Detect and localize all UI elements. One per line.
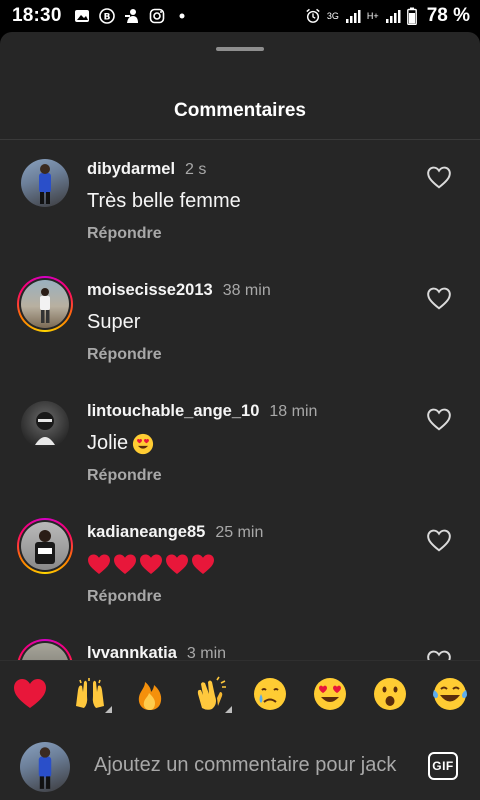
like-heart-icon[interactable] <box>426 165 452 189</box>
skin-tone-indicator <box>105 705 112 713</box>
red-heart-emoji[interactable] <box>0 661 60 727</box>
comment-input-bar: GIF <box>0 726 480 800</box>
heart-eyes-emoji[interactable] <box>300 661 360 727</box>
instagram-icon <box>149 8 165 24</box>
avatar-story-ring[interactable] <box>17 518 73 574</box>
avatar[interactable] <box>17 397 73 453</box>
comment-input[interactable] <box>94 746 408 784</box>
drag-handle[interactable] <box>216 47 264 51</box>
avatar-image <box>21 522 69 570</box>
avatar <box>20 742 70 792</box>
comment-timestamp: 3 min <box>186 645 227 660</box>
battery-icon <box>406 7 417 25</box>
red-heart-emoji <box>88 554 110 574</box>
alarm-icon <box>305 8 321 24</box>
emoji-quick-bar <box>0 660 480 726</box>
avatar[interactable] <box>17 155 73 211</box>
red-heart-emoji <box>140 554 162 574</box>
b-badge-icon: B <box>98 8 115 24</box>
red-heart-emoji <box>114 554 136 574</box>
clapping-hands-emoji[interactable] <box>180 661 240 727</box>
comment-item: lintouchable_ange_10 18 min Jolie Répond… <box>0 382 480 503</box>
avatar-story-ring[interactable] <box>17 276 73 332</box>
person-icon <box>124 8 140 24</box>
status-notification-icons: B <box>74 8 190 24</box>
dot-icon <box>174 8 190 24</box>
comment-timestamp: 2 s <box>185 161 207 178</box>
comments-list[interactable]: dibydarmel 2 s Très belle femme Répondre… <box>0 140 480 660</box>
status-system-icons: 3G H+ 78 % <box>305 5 470 27</box>
fire-emoji[interactable] <box>120 661 180 727</box>
avatar-image <box>21 280 69 328</box>
status-time: 18:30 <box>12 5 62 26</box>
status-bar: 18:30 B 3G H+ 78 % <box>0 0 480 32</box>
comment-text: Super <box>87 311 141 333</box>
comment-username[interactable]: dibydarmel <box>87 160 175 179</box>
comment-username[interactable]: lvvannkatia <box>87 644 177 660</box>
avatar-image <box>21 401 69 449</box>
reply-button[interactable]: Répondre <box>87 225 162 243</box>
signal-icon <box>345 8 361 24</box>
reply-button[interactable]: Répondre <box>87 588 162 606</box>
comment-text <box>87 553 215 575</box>
svg-text:B: B <box>103 13 110 23</box>
comment-timestamp: 18 min <box>269 403 318 420</box>
like-heart-icon[interactable] <box>426 286 452 310</box>
comment-item: lvvannkatia 3 min <box>0 624 480 660</box>
like-heart-icon[interactable] <box>426 649 452 660</box>
comment-username[interactable]: moisecisse2013 <box>87 281 213 300</box>
like-heart-icon[interactable] <box>426 528 452 552</box>
surprised-face-emoji[interactable] <box>360 661 420 727</box>
comment-item: moisecisse2013 38 min Super Répondre <box>0 261 480 382</box>
network-h-label: H+ <box>366 11 379 21</box>
image-icon <box>74 8 90 24</box>
comments-sheet: Commentaires dibydarmel 2 s Très belle f… <box>0 32 480 800</box>
comment-timestamp: 38 min <box>222 282 271 299</box>
avatar-story-ring[interactable] <box>17 639 73 660</box>
skin-tone-indicator <box>225 705 232 713</box>
avatar-image <box>21 643 69 660</box>
red-heart-emoji <box>192 554 214 574</box>
battery-percent: 78 % <box>426 5 470 26</box>
comment-item: dibydarmel 2 s Très belle femme Répondre <box>0 140 480 261</box>
crying-face-emoji[interactable] <box>240 661 300 727</box>
comment-item: kadianeange85 25 min Répondre <box>0 503 480 624</box>
gif-button[interactable]: GIF <box>428 752 458 780</box>
comment-text: Jolie <box>87 432 154 455</box>
comment-timestamp: 25 min <box>215 524 264 541</box>
comment-username[interactable]: lintouchable_ange_10 <box>87 402 259 421</box>
reply-button[interactable]: Répondre <box>87 346 162 364</box>
heart-eyes-emoji <box>133 433 154 454</box>
like-heart-icon[interactable] <box>426 407 452 431</box>
sheet-title: Commentaires <box>174 100 306 121</box>
comment-username[interactable]: kadianeange85 <box>87 523 205 542</box>
network-3g-label: 3G <box>326 11 339 21</box>
raising-hands-emoji[interactable] <box>60 661 120 727</box>
tears-of-joy-emoji[interactable] <box>420 661 480 727</box>
avatar-image <box>21 159 69 207</box>
signal-icon <box>385 8 401 24</box>
red-heart-emoji <box>166 554 188 574</box>
reply-button[interactable]: Répondre <box>87 467 162 485</box>
comment-text: Très belle femme <box>87 190 241 212</box>
